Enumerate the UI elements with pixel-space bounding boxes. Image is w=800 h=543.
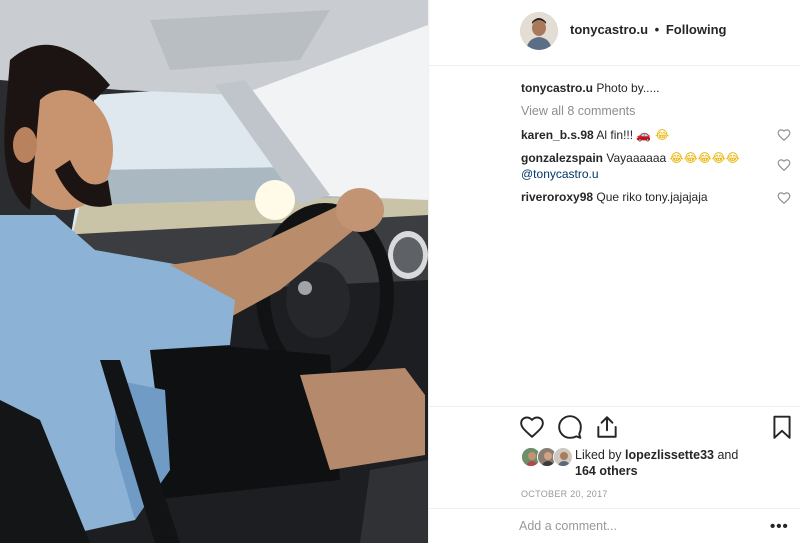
comment-item: karen_b.s.98 Al fin!!! 🚗 😂 <box>521 127 771 143</box>
comment-emoji: 🚗 😂 <box>636 128 670 142</box>
user-avatar[interactable] <box>520 12 558 50</box>
comment-text: Al fin!!! <box>596 128 634 142</box>
caption: tonycastro.u Photo by..... <box>521 80 660 96</box>
comment-item: gonzalezspain Vayaaaaaa 😂😂😂😂😂 @tonycastr… <box>521 150 771 182</box>
post-date[interactable]: OCTOBER 20, 2017 <box>521 489 608 499</box>
comment-like-icon[interactable] <box>777 191 791 205</box>
liked-by-text: Liked by lopezlissette33 and 164 others <box>575 447 765 479</box>
post-header: tonycastro.u • Following <box>429 0 800 66</box>
comment-mention[interactable]: @tonycastro.u <box>521 167 599 181</box>
liker-avatar <box>553 447 573 467</box>
header-separator: • <box>654 22 660 37</box>
liked-by-and: and <box>717 448 739 462</box>
share-upload-icon[interactable] <box>594 414 620 440</box>
comment-item: riveroroxy98 Que riko tony.jajajaja <box>521 189 771 205</box>
view-all-comments-link[interactable]: View all 8 comments <box>521 103 635 119</box>
comment-username[interactable]: karen_b.s.98 <box>521 128 594 142</box>
comment-text: Vayaaaaaa <box>606 151 667 165</box>
caption-username[interactable]: tonycastro.u <box>521 81 593 95</box>
liked-by-username[interactable]: lopezlissette33 <box>625 448 714 462</box>
comment-emoji: 😂😂😂😂😂 <box>669 151 740 165</box>
comment-like-icon[interactable] <box>777 158 791 172</box>
add-comment-input[interactable] <box>519 519 749 533</box>
speech-bubble-icon[interactable] <box>557 414 583 440</box>
post-photo-illustration <box>0 0 428 543</box>
add-comment-bar: ••• <box>429 508 800 543</box>
liked-by-prefix: Liked by <box>575 448 622 462</box>
avatar-image <box>520 12 558 50</box>
following-button[interactable]: Following <box>666 22 727 37</box>
heart-outline-icon[interactable] <box>519 414 545 440</box>
post-photo[interactable] <box>0 0 428 543</box>
comment-username[interactable]: gonzalezspain <box>521 151 603 165</box>
liker-avatars[interactable] <box>521 447 581 469</box>
more-options-icon[interactable]: ••• <box>770 518 789 535</box>
post-side-panel: tonycastro.u • Following tonycastro.u Ph… <box>428 0 800 543</box>
comment-like-icon[interactable] <box>777 128 791 142</box>
comment-text: Que riko tony.jajajaja <box>596 190 708 204</box>
header-username[interactable]: tonycastro.u <box>570 22 648 37</box>
bookmark-icon[interactable] <box>769 414 795 440</box>
header-username-line: tonycastro.u • Following <box>570 22 726 37</box>
comment-username[interactable]: riveroroxy98 <box>521 190 593 204</box>
caption-text: Photo by..... <box>596 81 660 95</box>
liked-by-others-count[interactable]: 164 others <box>575 464 638 478</box>
